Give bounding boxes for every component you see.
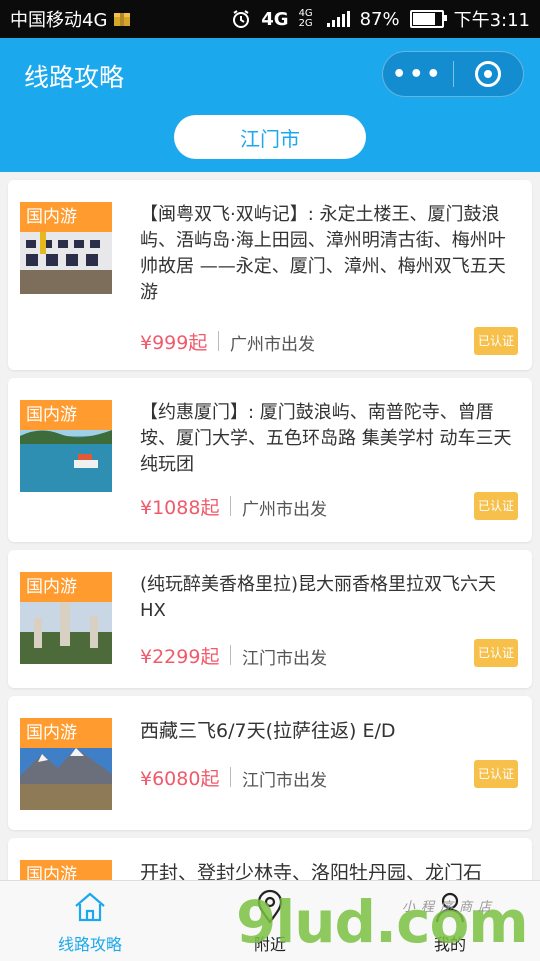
battery-percent: 87%: [359, 8, 400, 30]
price-divider: [230, 496, 231, 516]
route-title: 【闽粤双飞·双屿记】: 永定土楼王、厦门鼓浪屿、浯屿岛·海上田园、漳州明清古街、…: [140, 204, 506, 303]
verified-badge: 已认证: [474, 492, 518, 520]
network-type: 4G: [261, 8, 289, 30]
clock: 下午3:11: [453, 10, 530, 31]
tab-label: 我的: [433, 935, 466, 954]
route-price: ¥1088起: [140, 497, 220, 519]
signal-icon: [326, 11, 350, 27]
route-card[interactable]: 国内游 【约惠厦门】: 厦门鼓浪屿、南普陀寺、曾厝垵、厦门大学、五色环岛路 集美…: [8, 378, 532, 542]
route-title: 西藏三飞6/7天(拉萨往返) E/D: [140, 720, 396, 742]
alarm-icon: [233, 10, 250, 28]
departure-city: 江门市出发: [242, 771, 327, 791]
tab-route-guide[interactable]: 线路攻略: [0, 881, 180, 961]
route-thumbnail: 国内游: [20, 572, 112, 664]
carrier-label: 中国移动4G: [10, 10, 108, 31]
package-icon: [114, 13, 131, 26]
tab-nearby[interactable]: 附近: [180, 881, 360, 961]
verified-badge: 已认证: [474, 327, 518, 355]
departure-city: 广州市出发: [242, 500, 327, 520]
verified-badge: 已认证: [474, 760, 518, 788]
location-pin-icon: [257, 889, 283, 924]
page-title: 线路攻略: [24, 63, 125, 92]
route-card[interactable]: 国内游 (纯玩醉美香格里拉)昆大丽香格里拉双飞六天HX ¥2299起 江门市出发…: [8, 550, 532, 688]
tab-label: 附近: [253, 935, 286, 954]
route-thumbnail: 国内游: [20, 400, 112, 492]
battery-icon: [409, 10, 447, 28]
route-title: (纯玩醉美香格里拉)昆大丽香格里拉双飞六天HX: [140, 574, 497, 621]
category-badge: 国内游: [20, 572, 112, 602]
user-icon: [435, 892, 465, 923]
more-menu-button[interactable]: •••: [383, 62, 453, 87]
network-small: 4G 2G: [298, 8, 313, 29]
route-thumbnail: 国内游: [20, 202, 112, 294]
category-badge: 国内游: [20, 202, 112, 232]
miniprogram-capsule: •••: [382, 51, 524, 97]
category-badge: 国内游: [20, 718, 112, 748]
home-icon: [75, 892, 105, 922]
price-divider: [230, 767, 231, 787]
tab-mine[interactable]: 我的: [360, 881, 540, 961]
route-thumbnail: 国内游: [20, 718, 112, 810]
departure-city: 广州市出发: [230, 335, 315, 355]
route-price: ¥2299起: [140, 646, 220, 668]
price-divider: [218, 331, 219, 351]
category-badge: 国内游: [20, 400, 112, 430]
tab-label: 线路攻略: [57, 935, 122, 954]
route-title: 【约惠厦门】: 厦门鼓浪屿、南普陀寺、曾厝垵、厦门大学、五色环岛路 集美学村 动…: [140, 402, 512, 475]
bottom-tab-bar: 线路攻略 附近 我的: [0, 880, 540, 961]
departure-city: 江门市出发: [242, 649, 327, 669]
route-card[interactable]: 国内游 西藏三飞6/7天(拉萨往返) E/D ¥6080起 江门市出发 已认证: [8, 696, 532, 830]
route-price: ¥6080起: [140, 768, 220, 790]
app-header: 线路攻略 ••• 江门市: [0, 38, 540, 172]
close-miniprogram-button[interactable]: [454, 61, 524, 87]
price-divider: [230, 645, 231, 665]
status-bar: 中国移动4G 4G 4G 2G 87% 下午3:11: [0, 0, 540, 38]
verified-badge: 已认证: [474, 639, 518, 667]
city-selector-button[interactable]: 江门市: [174, 115, 366, 159]
route-price: ¥999起: [140, 332, 208, 354]
route-card[interactable]: 国内游 【闽粤双飞·双屿记】: 永定土楼王、厦门鼓浪屿、浯屿岛·海上田园、漳州明…: [8, 180, 532, 370]
target-icon: [475, 61, 502, 87]
